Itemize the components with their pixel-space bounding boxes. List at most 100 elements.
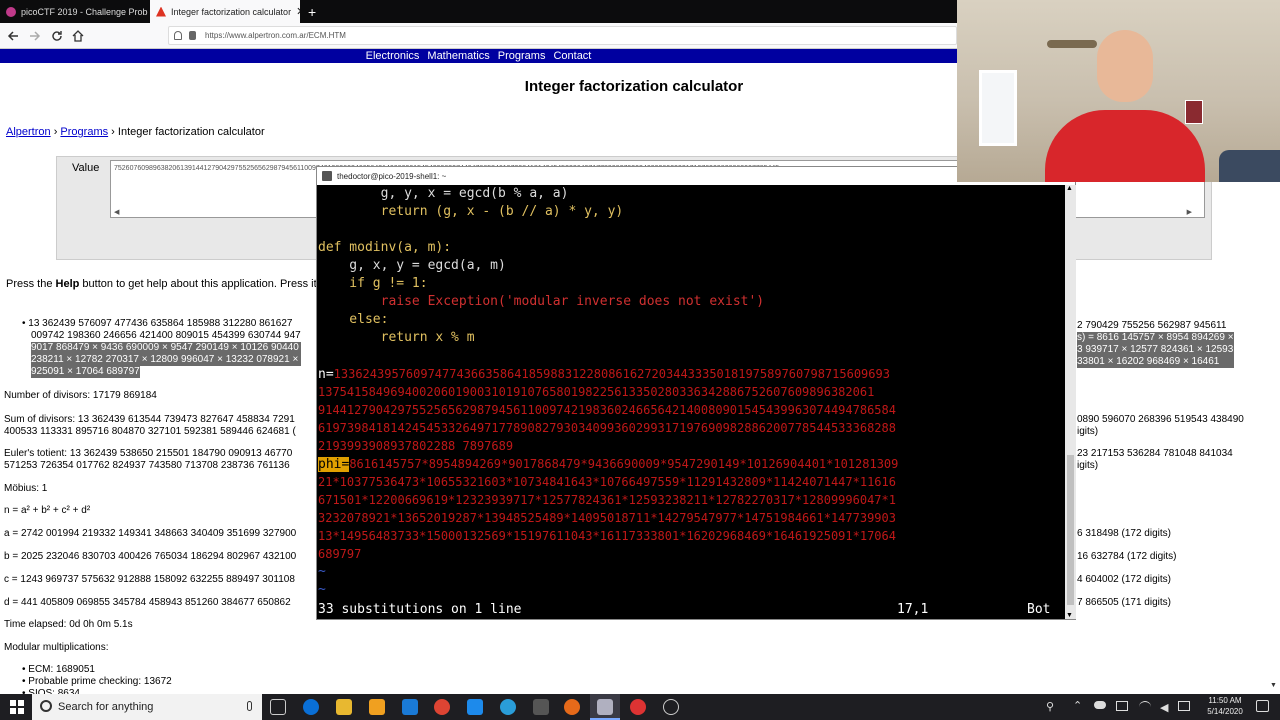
network-app-icon[interactable] (500, 699, 516, 715)
volume-icon[interactable]: ◀ (1160, 701, 1168, 714)
edge-icon[interactable] (303, 699, 319, 715)
n-line: 2193993908937802288 7897689 (318, 439, 514, 453)
square-a: a = 2742 001994 219332 149341 348663 340… (4, 528, 297, 539)
sum-of-divisors: Sum of divisors: 13 362439 613544 739473… (4, 414, 296, 438)
firefox-icon[interactable] (564, 699, 580, 715)
url-bar[interactable]: https://www.alpertron.com.ar/ECM.HTM (168, 26, 957, 45)
windows-start-icon[interactable] (10, 700, 24, 714)
code-text: def modinv(a, m): (318, 240, 452, 255)
home-icon (72, 30, 84, 42)
phi-line: 689797 (318, 547, 362, 561)
code-text: else: (318, 312, 389, 327)
factorization-result: • 13 362439 576097 477436 635864 185988 … (22, 318, 301, 378)
people-icon[interactable]: ⚲ (1046, 700, 1054, 713)
recorder-icon[interactable] (630, 699, 646, 715)
totient-line: Euler's totient: 13 362439 538650 215501… (4, 448, 293, 459)
factor-line: 2 790429 755256 562987 945611 (1077, 320, 1227, 331)
code-text: return x % m (318, 330, 475, 345)
code-line: g, x, y = egcd(a, m) (318, 257, 506, 275)
mail-icon[interactable] (402, 699, 418, 715)
reload-icon (52, 31, 62, 41)
nav-programs[interactable]: Programs (498, 50, 546, 62)
nav-contact[interactable]: Contact (553, 50, 591, 62)
sum-of-divisors-right: 0890 596070 268396 519543 438490 igits) (1077, 414, 1244, 438)
display-icon[interactable] (1116, 701, 1128, 711)
scroll-down-icon[interactable]: ▼ (1066, 612, 1073, 619)
breadcrumb-programs[interactable]: Programs (60, 126, 108, 138)
scroll-right-icon[interactable]: ▶ (1187, 208, 1192, 216)
task-view-icon[interactable] (270, 699, 286, 715)
store-icon[interactable] (369, 699, 385, 715)
putty-icon (597, 699, 613, 715)
phi-prefix-cursor: phi= (318, 457, 350, 472)
app-icon[interactable] (467, 699, 483, 715)
scroll-down-icon[interactable]: ▼ (1270, 682, 1277, 689)
help-pre: Press the (6, 278, 56, 290)
action-center-icon[interactable] (1256, 700, 1269, 712)
app-icon[interactable] (533, 699, 549, 715)
clock-date: 5/14/2020 (1207, 707, 1243, 716)
search-icon (40, 700, 52, 712)
new-tab-button[interactable]: + (302, 0, 322, 23)
breadcrumb-alpertron[interactable]: Alpertron (6, 126, 51, 138)
tab-integer-factorization[interactable]: Integer factorization calculator ✕ (150, 0, 300, 23)
reload-button[interactable] (48, 27, 66, 45)
settings-gear-icon[interactable] (663, 699, 679, 715)
square-d-right: 7 866505 (171 digits) (1077, 597, 1171, 608)
tab-picoctf[interactable]: picoCTF 2019 - Challenge Prob ✕ (0, 0, 150, 23)
language-icon[interactable] (1178, 701, 1190, 711)
square-c-right: 4 604002 (172 digits) (1077, 574, 1171, 585)
terminal-scrollbar[interactable]: ▲ ▼ (1065, 185, 1076, 619)
n-line: 6197398418142454533264971778908279303409… (318, 421, 896, 435)
chrome-icon[interactable] (434, 699, 450, 715)
phi-line: 3232078921*13652019287*13948525489*14095… (318, 511, 896, 525)
wifi-icon[interactable] (1139, 701, 1151, 711)
vim-status: 33 substitutions on 1 line (318, 602, 522, 617)
putty-icon (322, 171, 332, 181)
file-explorer-icon[interactable] (336, 699, 352, 715)
scroll-up-icon[interactable]: ▲ (1066, 185, 1073, 192)
chair (1219, 150, 1280, 182)
breadcrumb-separator: › (108, 126, 118, 138)
mobius: Möbius: 1 (4, 483, 48, 494)
sum-of-squares: n = a² + b² + c² + d² (4, 505, 91, 516)
shield-icon (174, 31, 182, 40)
scroll-left-icon[interactable]: ◀ (114, 208, 119, 216)
person-shirt (1045, 110, 1205, 182)
ceiling-fan (1047, 40, 1097, 48)
home-button[interactable] (69, 27, 87, 45)
terminal-window[interactable]: thedoctor@pico-2019-shell1: ~ g, y, x = … (316, 166, 1076, 620)
scroll-thumb[interactable] (1067, 455, 1074, 605)
site-nav: Electronics Mathematics Programs Contact (0, 49, 957, 63)
nav-electronics[interactable]: Electronics (366, 50, 420, 62)
modular-multiplications: Modular multiplications: (4, 642, 109, 653)
sum-line: 400533 113331 895716 804870 327101 59238… (4, 426, 296, 437)
arrow-left-icon (7, 31, 18, 41)
taskbar-search[interactable]: Search for anything (32, 694, 262, 720)
back-button[interactable] (4, 27, 22, 45)
factor-text: 13 362439 576097 477436 635864 185988 31… (28, 318, 293, 329)
code-line: else: (318, 311, 388, 329)
close-tab-icon[interactable]: ✕ (296, 5, 300, 18)
sum-line: 0890 596070 268396 519543 438490 (1077, 414, 1244, 425)
factor-line-selected: 9017 868479 × 9436 690009 × 9547 290149 … (31, 342, 301, 354)
euler-totient: Euler's totient: 13 362439 538650 215501… (4, 448, 292, 472)
webcam-overlay (957, 0, 1280, 182)
nav-mathematics[interactable]: Mathematics (427, 50, 489, 62)
square-a-right: 6 318498 (172 digits) (1077, 528, 1171, 539)
forward-button[interactable] (26, 27, 44, 45)
person-head (1097, 30, 1153, 102)
square-d: d = 441 405809 069855 345784 458943 8512… (4, 597, 291, 608)
breadcrumb-current: Integer factorization calculator (117, 126, 265, 138)
search-placeholder: Search for anything (58, 701, 154, 713)
cursor-position: 17,1 (897, 602, 929, 617)
terminal-content[interactable]: g, y, x = egcd(b % a, a) return (g, x - … (317, 185, 1065, 619)
clock[interactable]: 11:50 AM 5/14/2020 (1202, 695, 1248, 717)
onedrive-icon[interactable] (1094, 701, 1106, 709)
microphone-icon[interactable] (247, 701, 252, 711)
factor-line-selected: 3 939717 × 12577 824361 × 12593 (1077, 344, 1234, 356)
window-blinds (979, 70, 1017, 146)
empty-line-marker: ~ (318, 564, 326, 579)
code-text: if g != 1: (318, 276, 428, 291)
chevron-up-icon[interactable]: ⌃ (1073, 699, 1082, 712)
